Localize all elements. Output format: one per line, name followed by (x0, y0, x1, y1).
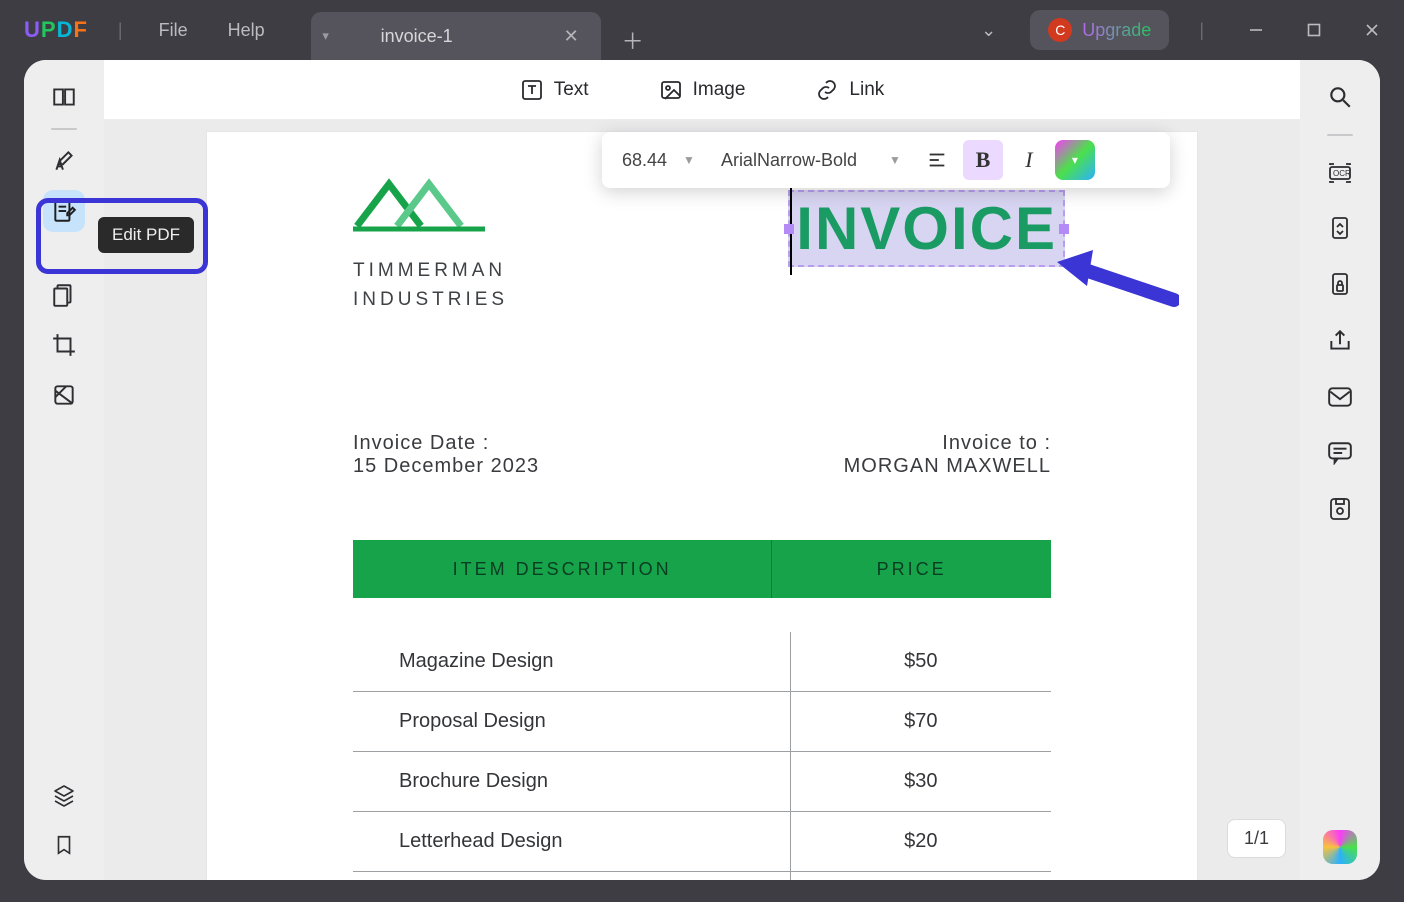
share-icon[interactable] (1319, 320, 1361, 362)
add-text-button[interactable]: Text (520, 78, 589, 102)
annotation-arrow (1049, 250, 1179, 320)
menu-file[interactable]: File (139, 20, 208, 41)
th-description: ITEM DESCRIPTION (353, 540, 772, 598)
layers-icon[interactable] (43, 774, 85, 816)
company-logo (353, 166, 493, 240)
invoice-text-selection[interactable]: INVOICE (788, 190, 1065, 267)
title-bar: UPDF | File Help ▾ invoice-1 ✕ ＋ ⌄ C Upg… (0, 0, 1404, 60)
text-color-button[interactable]: ▾ (1055, 140, 1095, 180)
link-icon (815, 78, 839, 102)
invoice-date-label: Invoice Date : (353, 432, 539, 455)
subtotal-label: SUBTOTAL : (353, 872, 791, 880)
tab-menu-icon[interactable]: ▾ (311, 12, 341, 60)
new-tab-button[interactable]: ＋ (613, 20, 653, 60)
invoice-meta: Invoice Date : 15 December 2023 Invoice … (353, 432, 1051, 478)
table-row: Proposal Design$70 (353, 692, 1051, 752)
comment-panel-icon[interactable] (1319, 432, 1361, 474)
label: Link (849, 79, 884, 101)
svg-text:OCR: OCR (1333, 169, 1351, 178)
tab-invoice-1[interactable]: invoice-1 ✕ (341, 12, 601, 60)
edit-toolbar: Text Image Link (104, 60, 1300, 120)
table-header: ITEM DESCRIPTION PRICE (353, 540, 1051, 598)
cell-price: $50 (791, 632, 1051, 691)
crop-tool-icon[interactable] (43, 324, 85, 366)
label: Image (693, 79, 746, 101)
cell-desc: Magazine Design (353, 632, 791, 691)
chevron-down-icon: ▼ (889, 153, 901, 167)
minimize-button[interactable] (1234, 13, 1278, 47)
close-tab-icon[interactable]: ✕ (560, 22, 583, 51)
app-logo: UPDF (10, 17, 102, 43)
tabs-overflow-icon[interactable]: ⌄ (961, 10, 1016, 51)
th-price: PRICE (772, 540, 1051, 598)
invoice-table: Magazine Design$50 Proposal Design$70 Br… (353, 632, 1051, 880)
maximize-button[interactable] (1292, 13, 1336, 47)
align-button[interactable] (917, 140, 957, 180)
image-icon (659, 78, 683, 102)
separator: | (102, 20, 139, 41)
text-format-bar[interactable]: 68.44 ▼ ArialNarrow-Bold ▼ B I ▾ (602, 132, 1170, 188)
cell-price: $70 (791, 692, 1051, 751)
center-area: Text Image Link 68.44 ▼ ArialNarrow-Bold… (104, 60, 1300, 880)
reader-mode-icon[interactable] (43, 76, 85, 118)
font-family-value: ArialNarrow-Bold (721, 150, 857, 171)
menu-help[interactable]: Help (208, 20, 285, 41)
organize-pages-icon[interactable] (43, 274, 85, 316)
font-size-value: 68.44 (622, 150, 667, 171)
separator: | (1183, 20, 1220, 41)
convert-icon[interactable] (1319, 208, 1361, 250)
divider (51, 128, 77, 130)
chevron-down-icon: ▾ (1072, 153, 1078, 167)
text-icon (520, 78, 544, 102)
close-window-button[interactable] (1350, 13, 1394, 47)
divider (1327, 134, 1353, 136)
redact-tool-icon[interactable] (43, 374, 85, 416)
page-indicator[interactable]: 1/1 (1227, 819, 1286, 858)
protect-icon[interactable] (1319, 264, 1361, 306)
cell-price: $30 (791, 752, 1051, 811)
font-family-select[interactable]: ArialNarrow-Bold ▼ (711, 150, 911, 171)
cell-desc: Proposal Design (353, 692, 791, 751)
page-canvas[interactable]: TIMMERMAN INDUSTRIES INVOICE (104, 120, 1300, 880)
label: Text (554, 79, 589, 101)
cell-price: $20 (791, 812, 1051, 871)
tab-strip: ▾ invoice-1 ✕ ＋ (311, 0, 653, 60)
invoice-date-value: 15 December 2023 (353, 455, 539, 478)
pdf-page[interactable]: TIMMERMAN INDUSTRIES INVOICE (207, 132, 1197, 880)
tab-label: invoice-1 (381, 26, 453, 47)
table-row: Brochure Design$30 (353, 752, 1051, 812)
upgrade-button[interactable]: C Upgrade (1030, 10, 1169, 50)
upgrade-label: Upgrade (1082, 20, 1151, 41)
ocr-icon[interactable]: OCR (1319, 152, 1361, 194)
left-rail (24, 60, 104, 880)
workspace: Text Image Link 68.44 ▼ ArialNarrow-Bold… (24, 60, 1380, 880)
bold-button[interactable]: B (963, 140, 1003, 180)
user-avatar: C (1048, 18, 1072, 42)
save-icon[interactable] (1319, 488, 1361, 530)
ai-assistant-icon[interactable] (1323, 830, 1357, 864)
table-row: Letterhead Design$20 (353, 812, 1051, 872)
invoice-to-label: Invoice to : (844, 432, 1051, 455)
email-icon[interactable] (1319, 376, 1361, 418)
chevron-down-icon: ▼ (683, 153, 695, 167)
font-size-select[interactable]: 68.44 ▼ (612, 150, 705, 171)
add-link-button[interactable]: Link (815, 78, 884, 102)
table-row: Magazine Design$50 (353, 632, 1051, 692)
invoice-title[interactable]: INVOICE (796, 195, 1057, 262)
search-icon[interactable] (1319, 76, 1361, 118)
resize-handle-right[interactable] (1059, 224, 1069, 234)
edit-pdf-icon[interactable] (43, 190, 85, 232)
cell-desc: Brochure Design (353, 752, 791, 811)
italic-button[interactable]: I (1009, 140, 1049, 180)
invoice-to-value: MORGAN MAXWELL (844, 455, 1051, 478)
right-rail: OCR (1300, 60, 1380, 880)
brand-line2: INDUSTRIES (353, 286, 1051, 315)
add-image-button[interactable]: Image (659, 78, 746, 102)
resize-handle-left[interactable] (784, 224, 794, 234)
bookmark-icon[interactable] (43, 824, 85, 866)
cell-desc: Letterhead Design (353, 812, 791, 871)
comment-tool-icon[interactable] (43, 140, 85, 182)
subtotal-row: SUBTOTAL :$170 (353, 872, 1051, 880)
subtotal-value: $170 (791, 872, 1051, 880)
